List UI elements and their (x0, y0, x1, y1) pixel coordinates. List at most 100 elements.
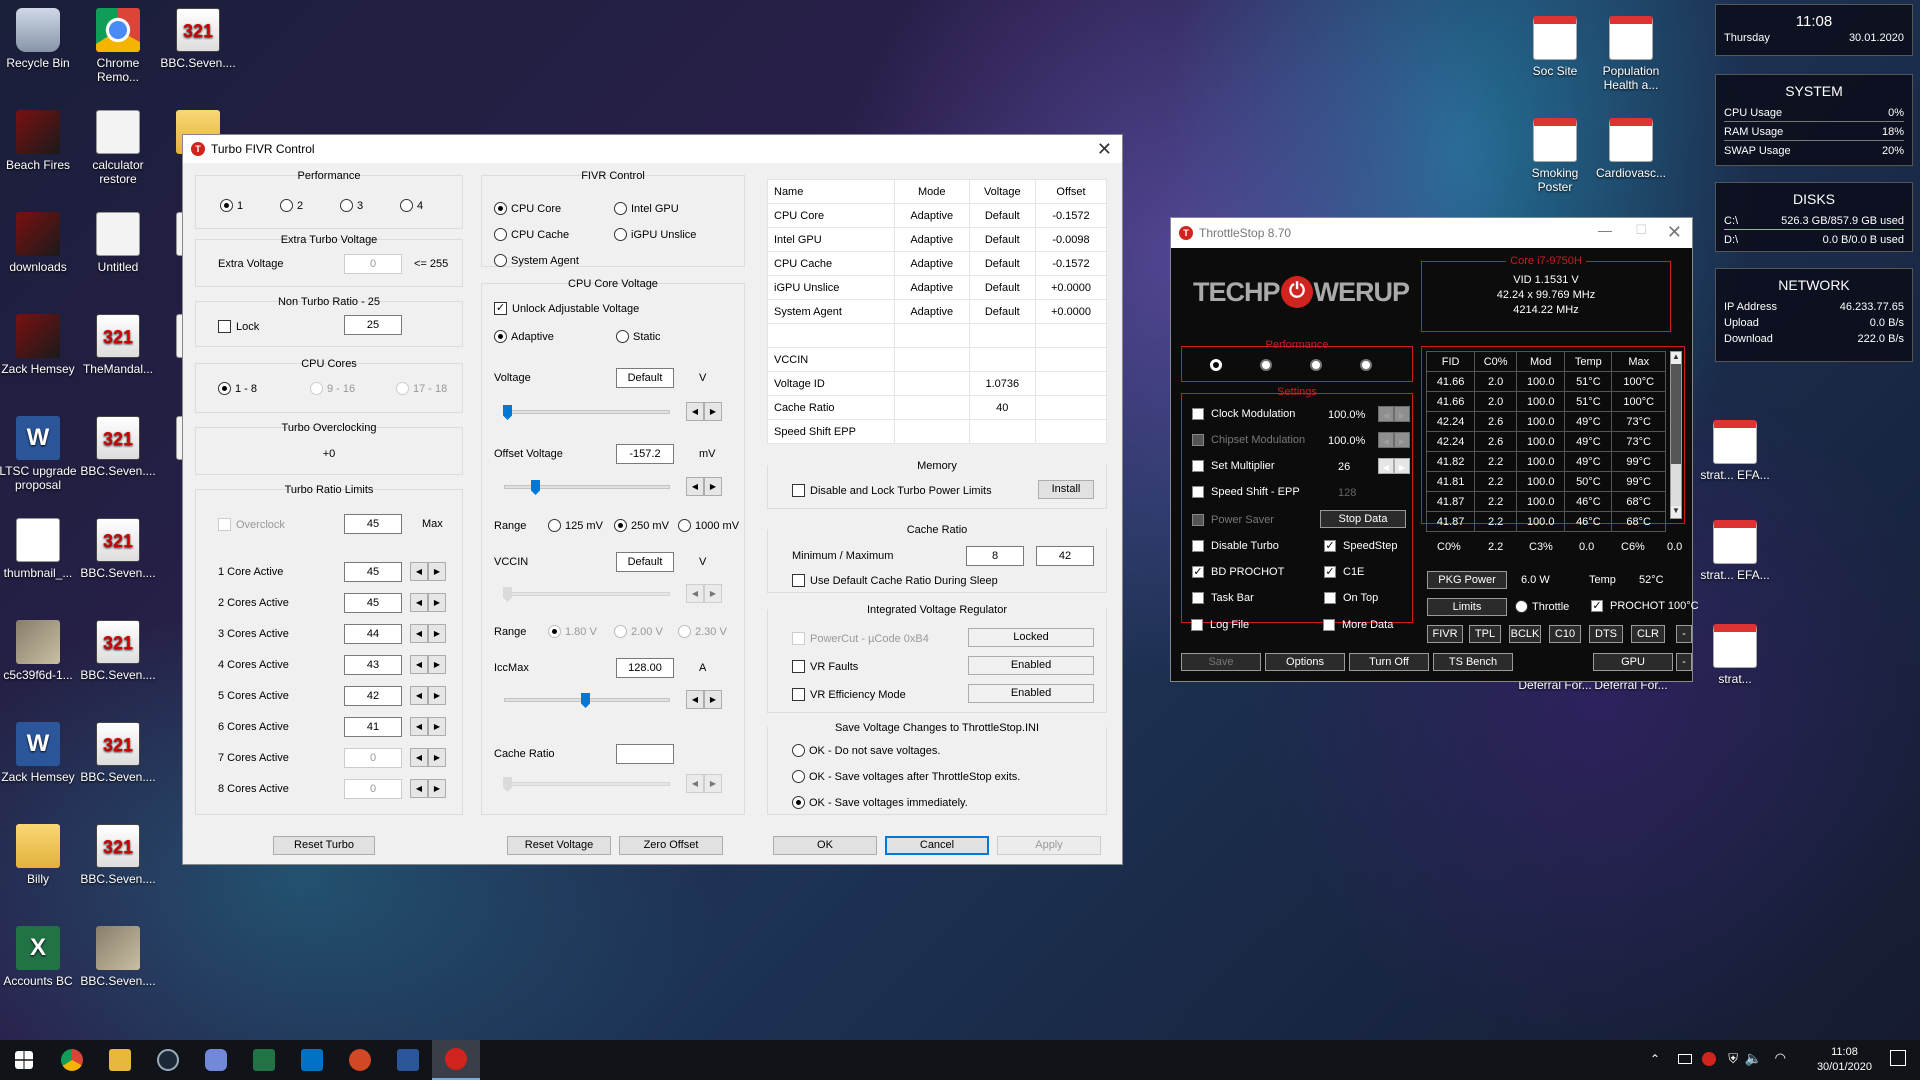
save-on-exit-radio[interactable]: OK - Save voltages after ThrottleStop ex… (792, 770, 1020, 783)
vccin-slider-thumb[interactable] (503, 587, 512, 602)
perf-radio-2[interactable]: 2 (280, 199, 303, 212)
minus-button-2[interactable]: - (1676, 653, 1692, 671)
ts-perf-radio-2[interactable] (1260, 359, 1272, 371)
unlock-voltage-checkbox[interactable]: ✓ Unlock Adjustable Voltage (494, 302, 639, 315)
fivr-radio-intel-gpu[interactable]: Intel GPU (614, 202, 679, 215)
options-button[interactable]: Options (1265, 653, 1345, 671)
disable-turbo-checkbox[interactable]: Disable Turbo (1192, 540, 1279, 552)
save-immediately-radio[interactable]: OK - Save voltages immediately. (792, 796, 968, 809)
voltage-spinner[interactable]: ◀ ▶ (686, 402, 722, 421)
more-data-checkbox[interactable]: More Data (1323, 619, 1393, 631)
core-ratio-input[interactable]: 45 (344, 562, 402, 582)
cache-ratio-slider-thumb[interactable] (503, 777, 512, 792)
core-ratio-input[interactable]: 42 (344, 686, 402, 706)
desktop-icon[interactable]: Soc Site (1515, 16, 1595, 104)
core-ratio-input[interactable]: 43 (344, 655, 402, 675)
core-ratio-spinner[interactable]: ◀ ▶ (410, 562, 446, 581)
maximize-icon[interactable]: ☐ (1635, 222, 1647, 238)
reset-voltage-button[interactable]: Reset Voltage (507, 836, 611, 855)
cancel-button[interactable]: Cancel (885, 836, 989, 855)
ts-small-button[interactable]: C10 (1549, 625, 1581, 643)
desktop-icon[interactable]: 321 BBC.Seven.... (78, 518, 158, 606)
ts-small-button[interactable]: TPL (1469, 625, 1501, 643)
cache-ratio-spinner[interactable]: ◀ ▶ (686, 774, 722, 793)
desktop-icon[interactable]: X Accounts BC (0, 926, 78, 1014)
apply-button[interactable]: Apply (997, 836, 1101, 855)
cache-max-input[interactable]: 42 (1036, 546, 1094, 566)
pkg-power-button[interactable]: PKG Power (1427, 571, 1507, 589)
fivr-radio-system-agent[interactable]: System Agent (494, 254, 579, 267)
tray-throttlestop-icon[interactable] (1702, 1052, 1716, 1066)
vccin-slider[interactable] (503, 587, 670, 602)
desktop-icon[interactable]: Deferral For... (1591, 678, 1671, 766)
powercut-checkbox[interactable]: PowerCut - µCode 0xB4 (792, 632, 929, 645)
taskbar-excel[interactable] (240, 1040, 288, 1080)
wifi-icon[interactable]: ◠ (1775, 1050, 1786, 1066)
ts-perf-radio-3[interactable] (1310, 359, 1322, 371)
desktop-icon[interactable]: Cardiovasc... (1591, 118, 1671, 206)
desktop-icon[interactable]: 321 BBC.Seven.... (158, 8, 238, 96)
perf-radio-1[interactable]: 1 (220, 199, 243, 212)
core-ratio-input[interactable]: 0 (344, 779, 402, 799)
vr-faults-checkbox[interactable]: VR Faults (792, 660, 858, 673)
reset-turbo-button[interactable]: Reset Turbo (273, 836, 375, 855)
desktop-icon[interactable]: Beach Fires (0, 110, 78, 198)
fivr-radio-cpu-cache[interactable]: CPU Cache (494, 228, 569, 241)
desktop-icon[interactable]: Chrome Remo... (78, 8, 158, 96)
range-1000-radio[interactable]: 1000 mV (678, 519, 739, 532)
desktop-icon[interactable]: Billy (0, 824, 78, 912)
ts-small-button[interactable]: BCLK (1509, 625, 1541, 643)
vr-efficiency-checkbox[interactable]: VR Efficiency Mode (792, 688, 906, 701)
non-turbo-input[interactable]: 25 (344, 315, 402, 335)
desktop-icon[interactable]: W Zack Hemsey (0, 722, 78, 810)
taskbar-outlook[interactable] (288, 1040, 336, 1080)
speed-shift-checkbox[interactable]: Speed Shift - EPP (1192, 486, 1300, 498)
ts-small-button[interactable]: - (1676, 625, 1692, 643)
start-button[interactable] (0, 1040, 48, 1080)
no-save-radio[interactable]: OK - Do not save voltages. (792, 744, 940, 757)
vr-efficiency-status[interactable]: Enabled (968, 684, 1094, 703)
range-125-radio[interactable]: 125 mV (548, 519, 603, 532)
log-file-checkbox[interactable]: Log File (1191, 619, 1249, 631)
task-bar-checkbox[interactable]: Task Bar (1192, 592, 1254, 604)
voltage-slider-thumb[interactable] (503, 405, 512, 420)
offset-spinner[interactable]: ◀ ▶ (686, 477, 722, 496)
cores-radio-17-18[interactable]: 17 - 18 (396, 382, 447, 395)
iccmax-slider[interactable] (504, 693, 670, 708)
taskbar-powerpoint[interactable] (336, 1040, 384, 1080)
desktop-icon[interactable]: 321 BBC.Seven.... (78, 416, 158, 504)
desktop-icon[interactable]: strat... EFA... (1695, 420, 1775, 508)
core-ratio-spinner[interactable]: ◀ ▶ (410, 655, 446, 674)
desktop-icon[interactable]: downloads (0, 212, 78, 300)
taskbar-explorer[interactable] (96, 1040, 144, 1080)
grid-scrollbar[interactable]: ▲ ▼ (1670, 351, 1682, 519)
tray-chevron-icon[interactable]: ⌃ (1650, 1052, 1660, 1066)
desktop-icon[interactable]: Recycle Bin (0, 8, 78, 96)
fivr-radio-igpu-unslice[interactable]: iGPU Unslice (614, 228, 696, 241)
voltage-input[interactable]: Default (616, 368, 674, 388)
core-ratio-spinner[interactable]: ◀ ▶ (410, 624, 446, 643)
fivr-titlebar[interactable]: T Turbo FIVR Control ✕ (183, 135, 1122, 163)
desktop-icon[interactable]: thumbnail_... (0, 518, 78, 606)
lock-checkbox[interactable]: Lock (218, 320, 259, 333)
vccin-range-200-radio[interactable]: 2.00 V (614, 625, 663, 638)
core-ratio-spinner[interactable]: ◀ ▶ (410, 717, 446, 736)
chipset-modulation-checkbox[interactable]: Chipset Modulation (1192, 434, 1305, 446)
close-icon[interactable]: ✕ (1667, 222, 1682, 243)
adaptive-radio[interactable]: Adaptive (494, 330, 554, 343)
iccmax-spinner[interactable]: ◀ ▶ (686, 690, 722, 709)
core-ratio-input[interactable]: 41 (344, 717, 402, 737)
security-icon[interactable]: ⛨ (1728, 1051, 1738, 1067)
core-ratio-input[interactable]: 0 (344, 748, 402, 768)
taskbar-clock[interactable]: 11:08 30/01/2020 (1817, 1045, 1872, 1075)
desktop-icon[interactable]: BBC.Seven.... (78, 926, 158, 1014)
clock-modulation-checkbox[interactable]: Clock Modulation (1192, 408, 1295, 420)
taskbar-throttlestop[interactable] (432, 1040, 480, 1080)
save-button[interactable]: Save (1181, 653, 1261, 671)
desktop-icon[interactable]: Zack Hemsey (0, 314, 78, 402)
close-icon[interactable]: ✕ (1097, 139, 1112, 160)
desktop-icon[interactable]: 321 TheMandal... (78, 314, 158, 402)
range-250-radio[interactable]: 250 mV (614, 519, 669, 532)
notifications-icon[interactable] (1890, 1050, 1906, 1066)
ts-perf-radio-4[interactable] (1360, 359, 1372, 371)
